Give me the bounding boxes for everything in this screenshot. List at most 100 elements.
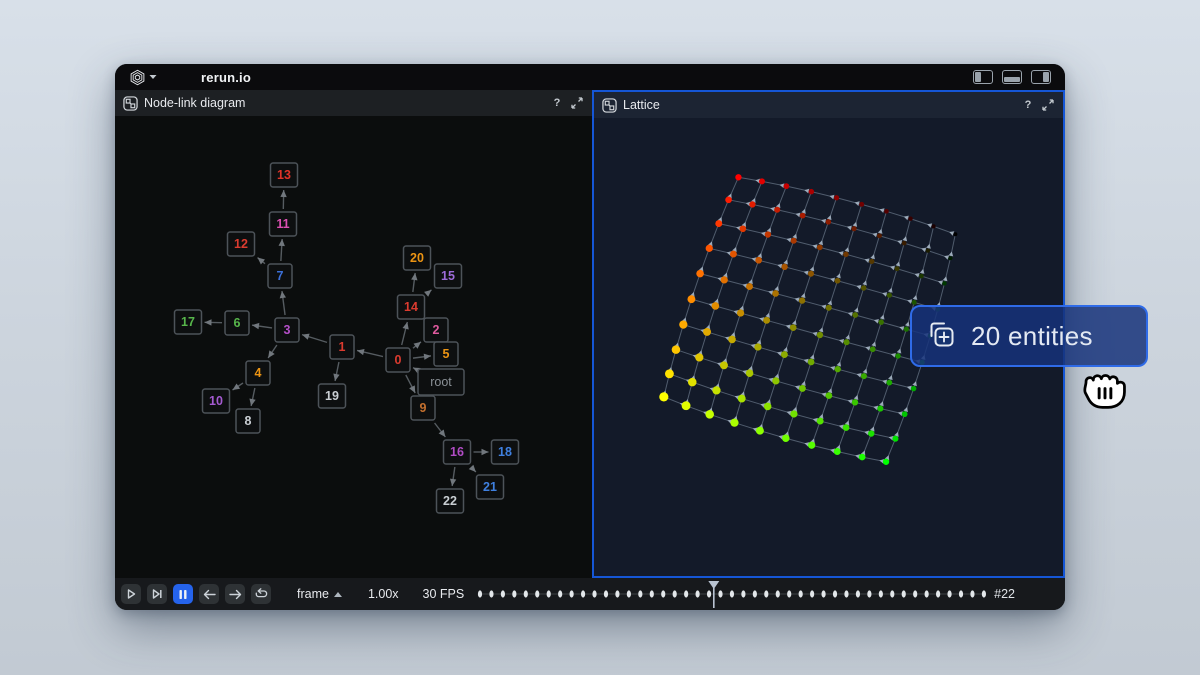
lattice-node-2-5 <box>843 252 848 257</box>
lattice-node-3-2 <box>755 257 762 264</box>
play-button[interactable] <box>121 584 141 604</box>
graph-node-3: 3 <box>284 323 291 337</box>
lattice-node-7-5 <box>799 385 806 392</box>
lattice-node-7-0 <box>672 345 681 354</box>
lattice-node-9-8 <box>859 454 866 461</box>
graph-node-4: 4 <box>255 366 262 380</box>
lattice-node-5-3 <box>763 317 770 324</box>
graph-view-icon <box>123 96 138 111</box>
lattice-node-2-7 <box>895 266 900 271</box>
graph-node-2: 2 <box>433 323 440 337</box>
graph-node-16: 16 <box>450 445 464 459</box>
lattice-node-7-2 <box>720 361 728 369</box>
lattice-node-7-8 <box>877 406 883 412</box>
help-button[interactable]: ? <box>550 97 564 109</box>
lattice-node-3-7 <box>887 293 892 298</box>
node-link-panel-header[interactable]: Node-link diagram ? <box>115 90 592 116</box>
lattice-node-9-6 <box>808 442 815 449</box>
expand-panel-icon[interactable] <box>1041 98 1055 112</box>
lattice-node-6-1 <box>703 328 711 336</box>
lattice-node-3-0 <box>706 245 713 252</box>
node-link-diagram-panel[interactable]: Node-link diagram ? 13111271763201514210… <box>115 90 592 578</box>
fps-indicator[interactable]: 30 FPS <box>423 587 465 601</box>
lattice-node-9-9 <box>883 459 889 465</box>
lattice-node-1-3 <box>800 213 806 219</box>
lattice-node-9-2 <box>705 410 714 419</box>
lattice-node-6-0 <box>679 320 687 328</box>
current-frame-label: #22 <box>994 587 1015 601</box>
loop-button[interactable] <box>251 584 271 604</box>
entities-count-label: 20 entities <box>971 321 1093 352</box>
lattice-node-6-8 <box>886 380 892 386</box>
lattice-node-0-2 <box>783 183 789 189</box>
lattice-node-8-7 <box>843 424 850 431</box>
graph-view-icon <box>602 98 617 113</box>
lattice-node-9-5 <box>782 434 790 442</box>
rerun-logo-icon <box>129 69 146 86</box>
lattice-node-6-3 <box>754 343 761 350</box>
playback-speed[interactable]: 1.00x <box>368 587 399 601</box>
toggle-right-panel-button[interactable] <box>1031 70 1051 84</box>
graph-node-9: 9 <box>420 401 427 415</box>
lattice-node-4-1 <box>721 276 728 283</box>
pause-button[interactable] <box>173 584 193 604</box>
grabbing-hand-cursor <box>1074 354 1136 410</box>
lattice-node-1-4 <box>826 219 831 224</box>
lattice-node-0-6 <box>884 209 889 214</box>
timeline-playhead <box>709 581 720 589</box>
lattice-node-6-6 <box>835 366 841 372</box>
lattice-node-0-1 <box>759 178 765 184</box>
lattice-node-5-1 <box>712 302 720 310</box>
graph-node-13: 13 <box>277 168 291 182</box>
add-entities-icon <box>923 318 959 354</box>
graph-node-21: 21 <box>483 480 497 494</box>
lattice-node-6-9 <box>911 386 916 391</box>
panel-title: Lattice <box>623 98 660 112</box>
lattice-node-0-4 <box>834 195 839 200</box>
lattice-node-7-6 <box>826 392 833 399</box>
lattice-node-3-5 <box>835 278 841 284</box>
graph-node-14: 14 <box>404 300 418 314</box>
lattice-node-5-8 <box>895 353 900 358</box>
lattice-node-3-4 <box>808 271 814 277</box>
lattice-node-0-3 <box>809 189 814 194</box>
toggle-left-panel-button[interactable] <box>973 70 993 84</box>
toggle-bottom-panel-button[interactable] <box>1002 70 1022 84</box>
graph-node-8: 8 <box>245 414 252 428</box>
lattice-node-4-2 <box>746 283 753 290</box>
expand-panel-icon[interactable] <box>570 96 584 110</box>
lattice-node-7-9 <box>902 411 908 417</box>
graph-node-1: 1 <box>339 340 346 354</box>
graph-node-7: 7 <box>277 269 284 283</box>
rerun-menu-button[interactable] <box>129 69 157 86</box>
timeline-selector[interactable]: frame <box>297 587 342 601</box>
lattice-node-2-1 <box>740 225 747 232</box>
lattice-node-4-5 <box>826 305 832 311</box>
lattice-node-9-4 <box>756 427 764 435</box>
graph-node-20: 20 <box>410 251 424 265</box>
lattice-node-4-8 <box>904 327 909 332</box>
graph-node-root: root <box>430 375 452 389</box>
lattice-node-3-1 <box>730 251 737 258</box>
next-frame-button[interactable] <box>225 584 245 604</box>
graph-node-15: 15 <box>441 269 455 283</box>
lattice-node-3-6 <box>861 285 866 290</box>
lattice-node-5-6 <box>844 339 850 345</box>
help-button[interactable]: ? <box>1021 99 1035 111</box>
graph-node-19: 19 <box>325 389 339 403</box>
graph-node-18: 18 <box>498 445 512 459</box>
prev-frame-button[interactable] <box>199 584 219 604</box>
step-forward-button[interactable] <box>147 584 167 604</box>
lattice-node-6-4 <box>781 351 788 358</box>
node-link-canvas[interactable]: 131112717632015142105root410819916182122 <box>115 116 592 578</box>
timeline-scrubber[interactable] <box>474 578 990 610</box>
lattice-node-5-5 <box>817 332 823 338</box>
lattice-node-1-6 <box>877 233 882 238</box>
lattice-node-8-5 <box>790 410 797 417</box>
lattice-node-8-8 <box>868 430 874 436</box>
lattice-panel-header[interactable]: Lattice ? <box>594 92 1063 118</box>
lattice-node-0-7 <box>908 217 912 221</box>
lattice-node-8-6 <box>817 418 824 425</box>
lattice-node-9-0 <box>659 392 668 401</box>
lattice-node-5-0 <box>687 295 695 303</box>
